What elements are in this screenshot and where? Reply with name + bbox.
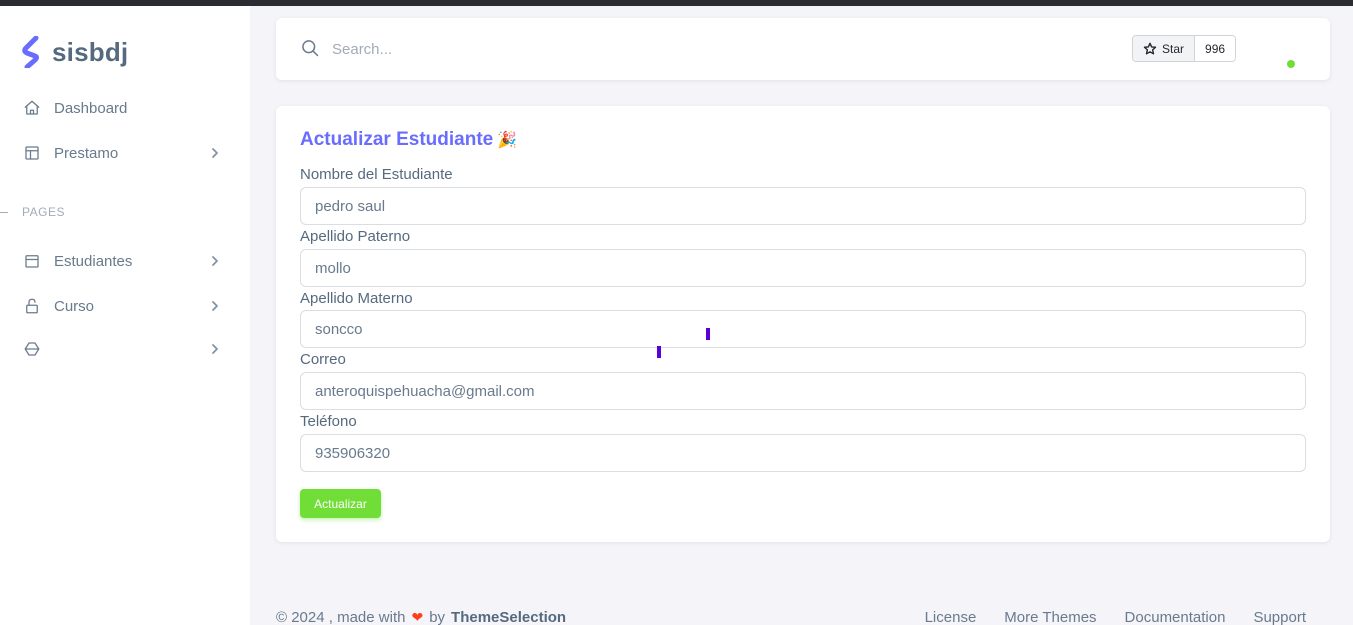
field-label-telefono: Teléfono (300, 413, 357, 430)
star-icon (1143, 42, 1157, 55)
footer-link-more-themes[interactable]: More Themes (1004, 609, 1096, 625)
search-input[interactable] (332, 32, 532, 66)
search-icon[interactable] (300, 38, 322, 60)
page-title: Actualizar Estudiante 🎉 (300, 129, 517, 151)
hexagon-icon (22, 339, 42, 359)
sidebar-item-label: Dashboard (54, 99, 128, 117)
nombre-field[interactable] (300, 187, 1306, 225)
footer-copyright: © 2024 , made with ❤ by ThemeSelection (276, 609, 566, 625)
footer-link-support[interactable]: Support (1253, 609, 1306, 625)
star-count[interactable]: 996 (1195, 36, 1236, 61)
telefono-field[interactable] (300, 434, 1306, 472)
correo-field[interactable] (300, 372, 1306, 410)
section-divider (0, 211, 8, 213)
chevron-right-icon (208, 299, 222, 313)
top-navbar: Star 996 (276, 18, 1330, 80)
field-label-apellido-materno: Apellido Materno (300, 290, 413, 307)
github-star-widget: Star 996 (1132, 35, 1237, 62)
footer-link-documentation[interactable]: Documentation (1125, 609, 1226, 625)
copyright-text: © 2024 , made with (276, 609, 406, 625)
field-label-correo: Correo (300, 351, 346, 368)
layout-icon (22, 143, 42, 163)
footer-link-license[interactable]: License (925, 609, 977, 625)
field-label-nombre: Nombre del Estudiante (300, 166, 453, 183)
home-icon (22, 98, 42, 118)
page-title-text: Actualizar Estudiante (300, 129, 494, 150)
themeselection-link[interactable]: ThemeSelection (451, 609, 566, 625)
sidebar-item-label: Prestamo (54, 144, 119, 162)
field-label-apellido-paterno: Apellido Paterno (300, 228, 411, 245)
star-button[interactable]: Star (1133, 36, 1196, 61)
menu-section-header: PAGES (0, 205, 65, 219)
section-label: PAGES (22, 205, 65, 219)
star-label: Star (1162, 41, 1185, 56)
chevron-right-icon (208, 342, 222, 356)
lock-icon (22, 296, 42, 316)
brand-logo[interactable]: sisbdj (22, 36, 128, 68)
update-button[interactable]: Actualizar (300, 489, 381, 518)
sidebar-item-estudiantes[interactable]: Estudiantes (22, 246, 228, 276)
footer: © 2024 , made with ❤ by ThemeSelection L… (276, 609, 1306, 625)
party-popper-icon: 🎉 (497, 132, 518, 149)
cursor-marker (706, 328, 710, 340)
heart-icon: ❤ (411, 609, 424, 625)
sidebar: sisbdj Dashboard Prestamo PAGES Estudian… (0, 6, 250, 625)
sidebar-item-dashboard[interactable]: Dashboard (22, 93, 228, 123)
update-student-card: Actualizar Estudiante 🎉 Nombre del Estud… (276, 106, 1330, 542)
brand-name: sisbdj (52, 36, 129, 67)
cursor-marker (657, 346, 661, 358)
online-status-dot (1287, 60, 1295, 68)
sidebar-item-curso[interactable]: Curso (22, 291, 228, 321)
brand-icon (22, 36, 39, 68)
footer-links: License More Themes Documentation Suppor… (925, 609, 1306, 625)
sidebar-item-label: Curso (54, 297, 95, 315)
sidebar-item-prestamo[interactable]: Prestamo (22, 138, 228, 168)
by-text: by (429, 609, 446, 625)
apellido-materno-field[interactable] (300, 310, 1306, 348)
apellido-paterno-field[interactable] (300, 249, 1306, 287)
calendar-icon (22, 251, 42, 271)
sidebar-item-misc[interactable] (22, 334, 228, 364)
chevron-right-icon (208, 146, 222, 160)
chevron-right-icon (208, 254, 222, 268)
sidebar-item-label: Estudiantes (54, 252, 133, 270)
